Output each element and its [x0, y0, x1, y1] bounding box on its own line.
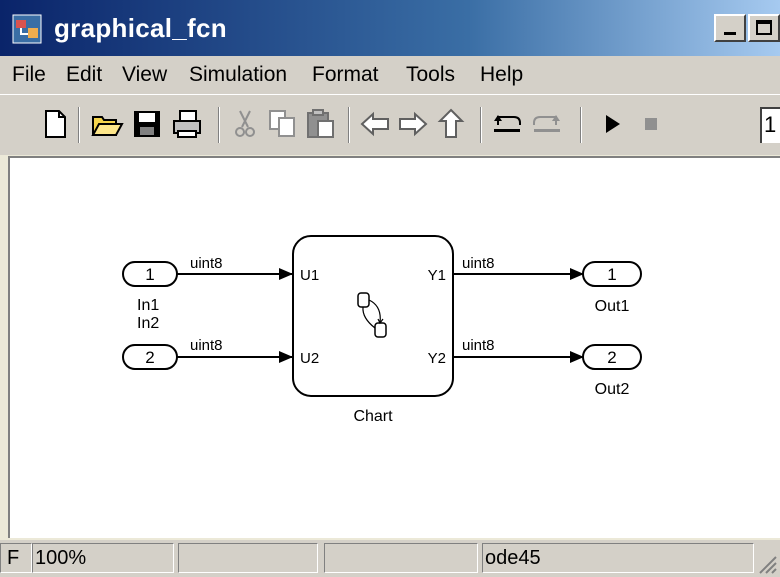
- signal-label-out2: uint8: [462, 337, 495, 354]
- menu-format[interactable]: Format: [312, 60, 379, 90]
- resize-grip-icon[interactable]: [756, 553, 778, 575]
- status-zoom: 100%: [32, 543, 174, 573]
- status-bar: F 100% ode45: [0, 540, 780, 577]
- inport-block-1[interactable]: 1: [122, 261, 178, 287]
- start-simulation-button[interactable]: [596, 107, 630, 141]
- title-bar[interactable]: graphical_fcn: [0, 0, 780, 56]
- maximize-button[interactable]: [748, 14, 780, 42]
- copy-icon: [269, 110, 295, 137]
- inport-2-label: In2: [137, 315, 159, 332]
- chart-port-u1: U1: [300, 267, 319, 284]
- simulink-app-icon[interactable]: [12, 14, 42, 44]
- outport-block-2[interactable]: 2: [582, 344, 642, 370]
- play-icon: [606, 115, 620, 133]
- signal-label-in2: uint8: [190, 337, 223, 354]
- new-document-icon: [45, 110, 66, 138]
- signal-label-out1: uint8: [462, 255, 495, 272]
- stop-time-field[interactable]: 1: [760, 107, 780, 143]
- arrow-left-icon: [360, 111, 389, 137]
- stop-simulation-button[interactable]: [634, 107, 668, 141]
- menu-tools[interactable]: Tools: [406, 60, 455, 90]
- outport-block-1[interactable]: 1: [582, 261, 642, 287]
- redo-button[interactable]: [530, 107, 564, 141]
- menu-help[interactable]: Help: [480, 60, 523, 90]
- open-button[interactable]: [90, 107, 124, 141]
- redo-icon: [533, 115, 560, 132]
- toolbar-separator: [480, 107, 482, 143]
- window-title: graphical_fcn: [54, 13, 227, 43]
- status-cell-mode: F: [0, 543, 32, 573]
- menu-file[interactable]: File: [12, 60, 46, 90]
- inport-1-number: 1: [145, 265, 154, 284]
- undo-icon: [494, 115, 521, 132]
- toolbar: 1: [0, 94, 780, 155]
- toolbar-separator: [580, 107, 582, 143]
- up-button[interactable]: [434, 107, 468, 141]
- outport-1-label: Out1: [595, 298, 630, 315]
- outport-2-number: 2: [607, 348, 616, 367]
- menu-bar: File Edit View Simulation Format Tools H…: [0, 56, 780, 94]
- maximize-icon: [756, 20, 772, 35]
- forward-button[interactable]: [396, 107, 430, 141]
- status-solver: ode45: [482, 543, 754, 573]
- chart-block-label: Chart: [353, 408, 393, 425]
- scissors-icon: [235, 110, 255, 137]
- model-canvas[interactable]: 1 In1 2 In2 uint8 uint8 U1 U2 Y1 Y2 Char…: [8, 156, 780, 538]
- minimize-button[interactable]: [714, 14, 746, 42]
- status-cell-2: [178, 543, 318, 573]
- stateflow-chart-block[interactable]: U1 U2 Y1 Y2: [292, 235, 454, 397]
- chart-port-y2: Y2: [428, 350, 446, 367]
- new-model-button[interactable]: [38, 107, 72, 141]
- simulink-model-window: graphical_fcn File Edit View Simulation …: [0, 0, 780, 577]
- inport-2-number: 2: [145, 348, 154, 367]
- inport-block-2[interactable]: 2: [122, 344, 178, 370]
- undo-button[interactable]: [490, 107, 524, 141]
- paste-icon: [307, 109, 334, 138]
- paste-button[interactable]: [304, 107, 338, 141]
- menu-view[interactable]: View: [122, 60, 167, 90]
- outport-1-number: 1: [607, 265, 616, 284]
- print-button[interactable]: [170, 107, 204, 141]
- stop-icon: [645, 118, 657, 130]
- toolbar-separator: [348, 107, 350, 143]
- open-folder-icon: [91, 116, 124, 136]
- back-button[interactable]: [358, 107, 392, 141]
- menu-edit[interactable]: Edit: [66, 60, 102, 90]
- outport-2-label: Out2: [595, 381, 630, 398]
- arrow-up-icon: [437, 108, 465, 138]
- block-diagram: 1 In1 2 In2 uint8 uint8 U1 U2 Y1 Y2 Char…: [122, 235, 642, 425]
- floppy-disk-icon: [134, 111, 160, 137]
- printer-icon: [173, 110, 201, 138]
- menu-simulation[interactable]: Simulation: [189, 60, 287, 90]
- toolbar-separator: [218, 107, 220, 143]
- status-cell-3: [324, 543, 478, 573]
- minimize-icon: [724, 32, 736, 35]
- inport-1-label: In1: [137, 297, 159, 314]
- arrow-right-icon: [399, 111, 428, 137]
- cut-button[interactable]: [228, 107, 262, 141]
- toolbar-separator: [78, 107, 80, 143]
- signal-label-in1: uint8: [190, 255, 223, 272]
- chart-port-u2: U2: [300, 350, 319, 367]
- save-button[interactable]: [130, 107, 164, 141]
- chart-port-y1: Y1: [428, 267, 446, 284]
- copy-button[interactable]: [266, 107, 300, 141]
